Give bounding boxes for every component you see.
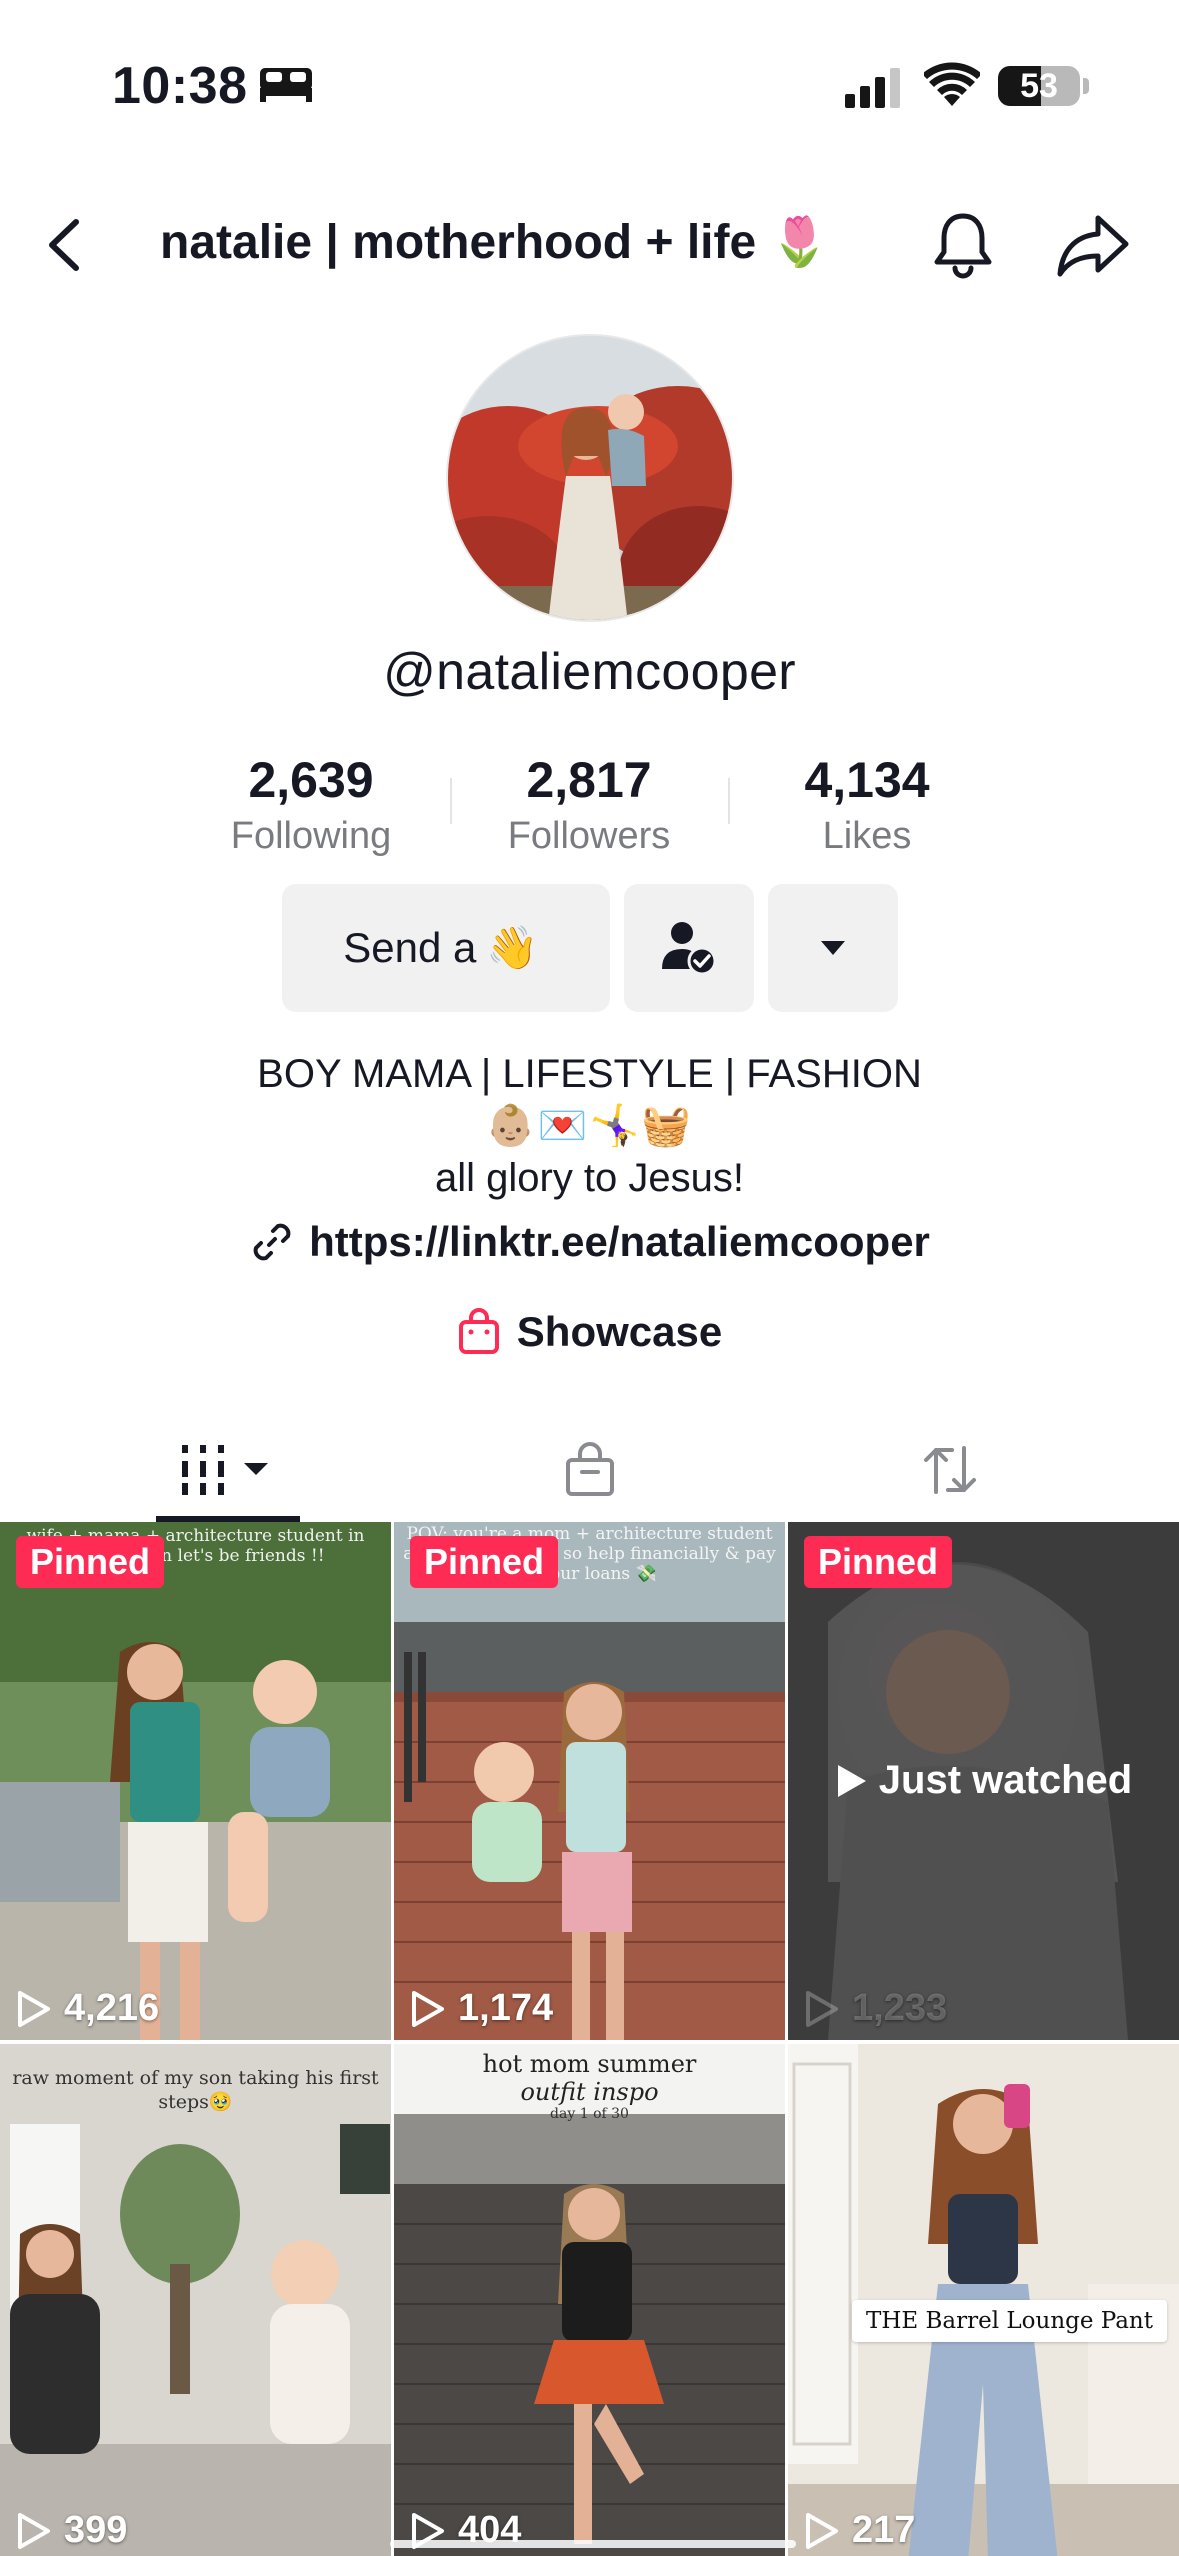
share-icon[interactable] (1056, 212, 1132, 278)
battery-level: 53 (1020, 67, 1058, 105)
view-count-text: 217 (852, 2509, 916, 2551)
horizontal-scrollbar[interactable] (390, 2540, 796, 2548)
play-icon (837, 1764, 866, 1797)
view-count: 1,233 (804, 1987, 947, 2030)
video-caption-subtitle: outfit inspo (520, 2078, 659, 2106)
view-count: 399 (16, 2509, 127, 2552)
play-icon (806, 2512, 838, 2549)
wave-icon: 👋 (486, 923, 539, 971)
video-caption: THE Barrel Lounge Pant (852, 2300, 1167, 2342)
view-count-text: 1,174 (458, 1987, 554, 2029)
video-caption-title: hot mom summer (482, 2050, 697, 2078)
send-button-label: Send a (343, 924, 477, 971)
bio-line: BOY MAMA | LIFESTYLE | FASHION (257, 1052, 922, 1096)
battery-icon: 53 (998, 66, 1080, 106)
back-icon[interactable] (40, 212, 90, 278)
repost-icon (924, 1446, 976, 1494)
caret-down-icon (821, 941, 845, 955)
showcase-label: Showcase (516, 1308, 723, 1355)
status-time: 10:38 (112, 57, 248, 115)
profile-header: natalie | motherhood + life 🌷 (0, 190, 1179, 300)
view-count-text: 1,233 (852, 1987, 948, 2029)
link-icon (253, 1223, 291, 1261)
shop-bag-icon (566, 1442, 614, 1496)
battery-nub (1083, 78, 1089, 94)
stat-likes[interactable]: 4,134 Likes (728, 748, 1006, 858)
bed-icon (260, 68, 312, 102)
bio-link[interactable]: https://linktr.ee/nataliemcooper (0, 1218, 1179, 1266)
send-wave-button[interactable]: Send a 👋 (282, 884, 610, 1012)
link-text: https://linktr.ee/nataliemcooper (309, 1218, 930, 1265)
wifi-icon (924, 62, 980, 106)
showcase-link[interactable]: Showcase (0, 1308, 1179, 1356)
video-thumbnail[interactable]: THE Barrel Lounge Pant 217 (788, 2044, 1179, 2556)
video-thumbnail-image (0, 1522, 391, 2040)
video-caption-block: hot mom summer outfit inspo day 1 of 30 (394, 2050, 785, 2122)
following-count: 2,639 (248, 752, 374, 808)
profile-actions: Send a 👋 (282, 884, 898, 1012)
play-icon (412, 1990, 444, 2027)
just-watched-text: Just watched (878, 1758, 1133, 1802)
video-thumbnail[interactable]: Pinned Just watched 1,233 (788, 1522, 1179, 2040)
video-thumbnail[interactable]: POV: you're a mom + architecture student… (394, 1522, 785, 2040)
stat-followers[interactable]: 2,817 Followers (450, 748, 728, 858)
view-count: 217 (804, 2509, 915, 2552)
following-label: Following (230, 815, 392, 857)
videos-grid-icon (182, 1445, 268, 1495)
likes-label: Likes (822, 815, 912, 857)
page-title: natalie | motherhood + life 🌷 (160, 216, 830, 269)
shopping-bag-icon (458, 1308, 499, 1354)
signal-icon (845, 68, 900, 108)
followers-label: Followers (507, 815, 671, 857)
pinned-badge: Pinned (16, 1536, 165, 1588)
tab-reposts[interactable] (880, 1418, 1020, 1522)
video-thumbnail[interactable]: hot mom summer outfit inspo day 1 of 30 … (394, 2044, 785, 2556)
profile-stats: 2,639 Following 2,817 Followers 4,134 Li… (172, 748, 1008, 858)
status-bar: 10:38 53 (0, 0, 1179, 170)
tab-shop[interactable] (520, 1418, 660, 1522)
pinned-badge: Pinned (804, 1536, 953, 1588)
video-caption-day: day 1 of 30 (550, 2106, 629, 2122)
view-count-text: 399 (64, 2509, 128, 2551)
play-icon (18, 2512, 50, 2549)
bell-icon[interactable] (928, 208, 998, 282)
video-thumbnail-image (394, 1522, 785, 2040)
video-grid: wife + mama + architecture student in kn… (0, 1522, 1179, 2556)
video-thumbnail[interactable]: raw moment of my son taking his first st… (0, 2044, 391, 2556)
following-status-button[interactable] (624, 884, 754, 1012)
view-count: 4,216 (16, 1987, 159, 2030)
profile-bio: BOY MAMA | LIFESTYLE | FASHION 👶🏼💌🤸‍♀️🧺 … (0, 1048, 1179, 1204)
stat-following[interactable]: 2,639 Following (172, 748, 450, 858)
video-thumbnail[interactable]: wife + mama + architecture student in kn… (0, 1522, 391, 2040)
likes-count: 4,134 (804, 752, 930, 808)
view-count-text: 4,216 (64, 1987, 160, 2029)
tab-videos[interactable] (156, 1418, 300, 1522)
more-options-button[interactable] (768, 884, 898, 1012)
play-icon (18, 1990, 50, 2027)
bio-line: all glory to Jesus! (434, 1156, 745, 1200)
play-icon (806, 1990, 838, 2027)
view-count: 1,174 (410, 1987, 553, 2030)
bio-emojis: 👶🏼💌🤸‍♀️🧺 (485, 1103, 694, 1149)
video-caption: raw moment of my son taking his first st… (12, 2067, 379, 2113)
avatar[interactable] (446, 334, 734, 622)
profile-tabs (0, 1418, 1179, 1522)
video-thumbnail-image (0, 2044, 391, 2556)
followers-count: 2,817 (526, 752, 652, 808)
just-watched-label: Just watched (788, 1758, 1179, 1803)
username: @nataliemcooper (383, 643, 796, 701)
user-check-icon (662, 922, 717, 976)
pinned-badge: Pinned (410, 1536, 559, 1588)
